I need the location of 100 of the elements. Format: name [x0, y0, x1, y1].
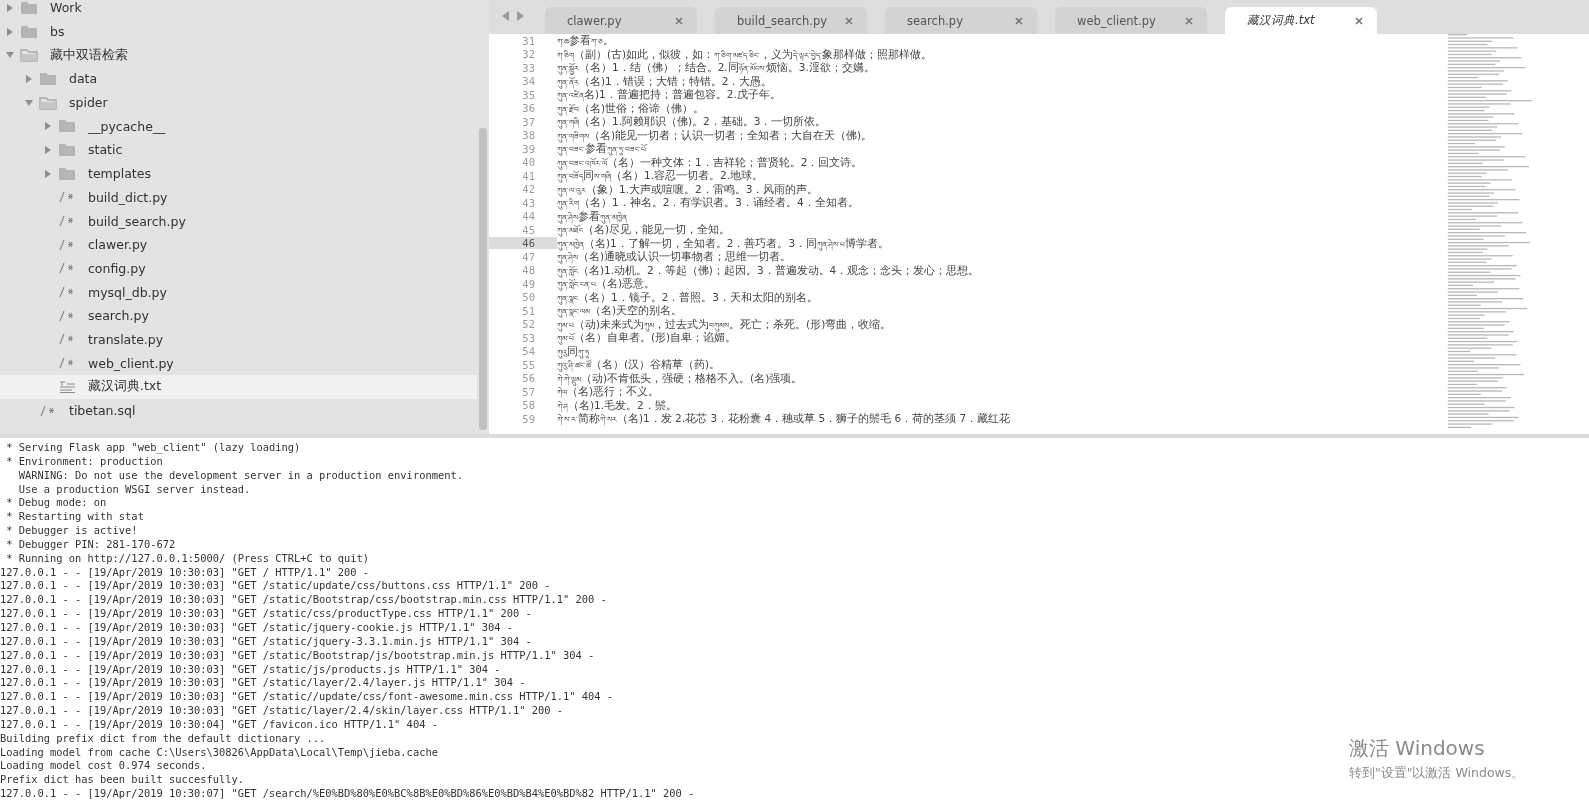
console-line: 127.0.0.1 - - [19/Apr/2019 10:30:03] "GET /static/layer/2.4/skin/layer.css HTTP/1.1" 200 - — [0, 704, 563, 718]
line-number: 56 — [521, 372, 536, 385]
console-line: 127.0.0.1 - - [19/Apr/2019 10:30:03] "GET /static/jquery-cookie.js HTTP/1.1" 304 - — [0, 620, 513, 635]
code-file-icon — [39, 404, 57, 417]
console-line: * Debug mode: on — [5, 496, 107, 511]
line-number: 37 — [521, 115, 536, 128]
console-line: WARNING: Do not use the development server in a production environment. — [17, 468, 463, 483]
code-file-icon — [58, 286, 76, 299]
line-number: 34 — [521, 75, 536, 88]
caret-icon — [44, 169, 52, 178]
console-line: 127.0.0.1 - - [19/Apr/2019 10:30:03] "GET /static/jquery-3.3.1.min.js HTTP/1.1" 304 - — [0, 634, 532, 649]
folder-icon — [39, 71, 57, 86]
line-number: 45 — [521, 223, 536, 236]
tab[interactable]: web_client.py — [1055, 7, 1207, 34]
folder-icon — [20, 48, 38, 63]
console-line: 127.0.0.1 - - [19/Apr/2019 10:30:03] "GET /static/update/css/buttons.css HTTP/1.1" 200 - — [0, 579, 551, 594]
line-number: 38 — [521, 129, 536, 142]
code-file-icon — [58, 238, 76, 251]
close-icon[interactable] — [1185, 16, 1193, 25]
line-number: 49 — [521, 277, 536, 290]
console-line: Building prefix dict from the default dictionary ... — [0, 731, 326, 746]
line-number: 41 — [521, 169, 536, 182]
tab[interactable]: search.py — [885, 7, 1037, 34]
tree-item[interactable]: Work — [0, 0, 477, 20]
tab[interactable]: 藏汉词典.txt — [1225, 7, 1377, 34]
line-number: 35 — [521, 88, 536, 101]
console-line: 127.0.0.1 - - [19/Apr/2019 10:30:03] "GET /static/Bootstrap/js/bootstrap.min.js HTTP/1.1" 304 - — [0, 648, 595, 663]
caret-icon — [25, 98, 33, 107]
close-icon[interactable] — [1015, 16, 1023, 25]
line-number: 44 — [521, 210, 536, 223]
tab[interactable]: clawer.py — [545, 7, 697, 34]
tree-item[interactable]: translate.py — [0, 327, 477, 352]
line-number: 39 — [521, 142, 536, 155]
tree-item[interactable]: bs — [0, 19, 477, 44]
tree-item[interactable]: 藏汉词典.txt — [0, 375, 477, 399]
line-number: 54 — [521, 345, 536, 358]
tree-item[interactable]: static — [0, 138, 477, 162]
close-icon[interactable] — [1355, 16, 1363, 25]
scrollbar-thumb[interactable] — [479, 128, 487, 430]
tree-item[interactable]: spider — [0, 90, 477, 115]
console-line: 127.0.0.1 - - [19/Apr/2019 10:30:04] "GET /favicon.ico HTTP/1.1" 404 - — [0, 717, 438, 732]
console-line: 127.0.0.1 - - [19/Apr/2019 10:30:03] "GET /static//update/css/font-awesome.min.css HTTP/1.1" 404 - — [0, 690, 614, 705]
tree-item[interactable]: 藏中双语检索 — [0, 43, 477, 68]
line-number: 33 — [521, 61, 536, 74]
tree-item[interactable]: search.py — [0, 303, 477, 328]
line-number: 53 — [521, 331, 536, 344]
console-line: * Debugger PIN: 281-170-672 — [5, 537, 176, 552]
line-number: 32 — [521, 48, 536, 61]
console-line: 127.0.0.1 - - [19/Apr/2019 10:30:07] "GET /search/%E0%BD%80%E0%BC%8B%E0%BD%86%E0%BD%B4%E0%BD%82 HTTP/1.1" 200 - — [0, 787, 695, 801]
line-number: 40 — [521, 156, 536, 169]
folder-icon — [58, 166, 76, 181]
console-line: 127.0.0.1 - - [19/Apr/2019 10:30:03] "GET /static/css/productType.css HTTP/1.1" 200 - — [0, 607, 532, 621]
forward-arrow-icon[interactable] — [516, 11, 524, 21]
console-line: * Running on http://127.0.0.1:5000/ (Press CTRL+C to quit) — [5, 551, 370, 566]
console-line: * Serving Flask app "web_client" (lazy loading) — [5, 441, 301, 455]
console-line: * Environment: production — [5, 454, 163, 469]
tab[interactable]: build_search.py — [715, 7, 867, 34]
close-icon[interactable] — [845, 16, 853, 25]
code-file-icon — [58, 215, 76, 228]
line-number: 31 — [521, 34, 536, 47]
console-line: 127.0.0.1 - - [19/Apr/2019 10:30:03] "GET / HTTP/1.1" 200 - — [0, 565, 370, 580]
console-line: Loading model from cache C:\Users\30826\AppData\Local\Temp\jieba.cache — [0, 745, 438, 760]
line-number: 52 — [521, 318, 536, 331]
console-line: * Restarting with stat — [5, 510, 144, 525]
code-file-icon — [58, 309, 76, 322]
folder-icon — [58, 119, 76, 134]
line-number: 59 — [521, 412, 536, 425]
line-number: 48 — [521, 264, 536, 277]
console-line: 127.0.0.1 - - [19/Apr/2019 10:30:03] "GET /static/Bootstrap/css/bootstrap.min.css HTTP/1.1" 200 - — [0, 593, 607, 608]
line-number: 47 — [521, 250, 536, 263]
line-number: 57 — [521, 385, 536, 398]
line-number: 55 — [521, 358, 536, 371]
tree-item[interactable]: tibetan.sql — [0, 398, 477, 423]
activation-title: 激活 Windows — [1349, 735, 1486, 762]
console-line: Use a production WSGI server instead. — [17, 482, 251, 497]
folder-icon — [58, 142, 76, 157]
code-file-icon — [58, 262, 76, 275]
tree-item[interactable]: __pycache__ — [0, 114, 477, 139]
tree-item[interactable]: clawer.py — [0, 232, 477, 257]
tree-item[interactable]: data — [0, 67, 477, 91]
tree-item[interactable]: web_client.py — [0, 351, 477, 375]
caret-icon — [6, 27, 14, 36]
line-number: 58 — [521, 399, 536, 412]
folder-icon — [20, 0, 38, 15]
back-arrow-icon[interactable] — [502, 11, 510, 21]
tree-item[interactable]: mysql_db.py — [0, 280, 477, 304]
console-line: Prefix dict has been built succesfully. — [0, 773, 244, 788]
console-line: * Debugger is active! — [5, 524, 138, 538]
console-line: Loading model cost 0.974 seconds. — [0, 759, 207, 774]
tree-item[interactable]: build_search.py — [0, 209, 477, 233]
code-file-icon — [58, 191, 76, 204]
close-icon[interactable] — [675, 16, 683, 25]
code-file-icon — [58, 333, 76, 346]
line-number: 36 — [521, 102, 536, 115]
tree-item[interactable]: build_dict.py — [0, 185, 477, 210]
console-line: 127.0.0.1 - - [19/Apr/2019 10:30:03] "GET /static/layer/2.4/layer.js HTTP/1.1" 304 - — [0, 676, 526, 691]
code-file-icon — [58, 357, 76, 370]
tree-item[interactable]: config.py — [0, 256, 477, 281]
text-file-icon — [58, 380, 76, 393]
tree-item[interactable]: templates — [0, 161, 477, 186]
